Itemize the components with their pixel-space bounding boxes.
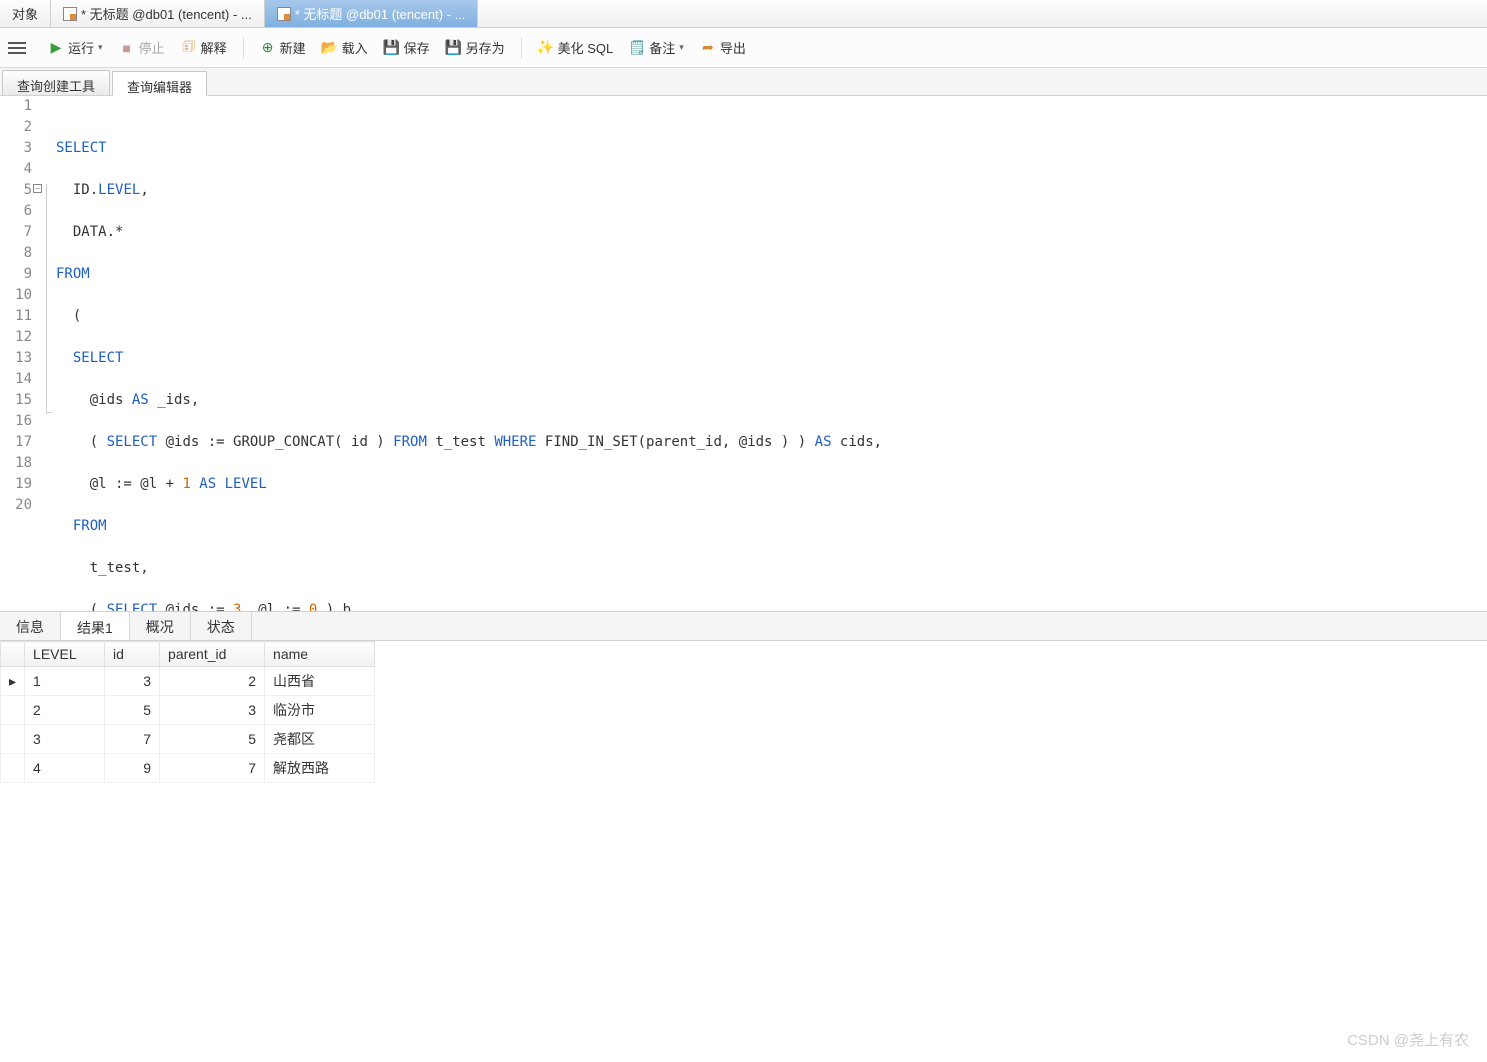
result-grid[interactable]: LEVEL id parent_id name ▸ 1 3 2 山西省 2 5 …	[0, 641, 375, 783]
table-row[interactable]: 4 9 7 解放西路	[1, 754, 375, 783]
tab-status[interactable]: 状态	[191, 612, 252, 640]
col-id[interactable]: id	[105, 642, 160, 667]
tab-query-1[interactable]: * 无标题 @db01 (tencent) - ...	[51, 0, 265, 27]
export-button[interactable]: ➦ 导出	[694, 35, 752, 60]
stop-icon: ■	[119, 40, 135, 56]
saveas-label: 另存为	[466, 38, 505, 57]
sql-editor[interactable]: 1 2 3 4 5− 6 7 8 9 10 11 12 13 14 15 16 …	[0, 96, 1487, 611]
toolbar: ▶ 运行 ▾ ■ 停止 🗊 解释 ⊕ 新建 📂 载入 💾 保存 💾 另存为 ✨ …	[0, 28, 1487, 68]
beautify-label: 美化 SQL	[558, 38, 614, 57]
explain-label: 解释	[201, 38, 227, 57]
save-as-icon: 💾	[446, 40, 462, 56]
new-label: 新建	[280, 38, 306, 57]
explain-button[interactable]: 🗊 解释	[175, 35, 233, 60]
beautify-button[interactable]: ✨ 美化 SQL	[532, 35, 620, 60]
wand-icon: ✨	[538, 40, 554, 56]
sql-file-icon	[277, 7, 291, 21]
sql-file-icon	[63, 7, 77, 21]
col-level[interactable]: LEVEL	[25, 642, 105, 667]
col-parent-id[interactable]: parent_id	[160, 642, 265, 667]
explain-icon: 🗊	[181, 40, 197, 56]
save-button[interactable]: 💾 保存	[378, 35, 436, 60]
header-row: LEVEL id parent_id name	[1, 642, 375, 667]
note-label: 备注	[649, 38, 675, 57]
current-row-indicator-icon: ▸	[1, 667, 25, 696]
new-icon: ⊕	[260, 40, 276, 56]
tab-query-editor[interactable]: 查询编辑器	[112, 71, 207, 96]
load-button[interactable]: 📂 载入	[316, 35, 374, 60]
save-label: 保存	[404, 38, 430, 57]
tab-label: * 无标题 @db01 (tencent) - ...	[81, 4, 252, 23]
stop-label: 停止	[139, 38, 165, 57]
table-row[interactable]: 3 7 5 尧都区	[1, 725, 375, 754]
note-button[interactable]: 🗒 备注 ▾	[623, 35, 690, 60]
chevron-down-icon: ▾	[98, 42, 103, 53]
note-icon: 🗒	[629, 40, 645, 56]
code-area[interactable]: SELECT ID.LEVEL, DATA.* FROM ( SELECT @i…	[40, 96, 1487, 611]
watermark: CSDN @尧上有农	[1347, 1029, 1469, 1050]
tab-info[interactable]: 信息	[0, 612, 61, 640]
save-icon: 💾	[384, 40, 400, 56]
new-button[interactable]: ⊕ 新建	[254, 35, 312, 60]
export-label: 导出	[720, 38, 746, 57]
folder-open-icon: 📂	[322, 40, 338, 56]
separator	[521, 37, 522, 59]
tab-profile[interactable]: 概况	[130, 612, 191, 640]
save-as-button[interactable]: 💾 另存为	[440, 35, 511, 60]
tab-result-1[interactable]: 结果1	[61, 612, 130, 640]
tab-label: * 无标题 @db01 (tencent) - ...	[295, 4, 466, 23]
result-tabs: 信息 结果1 概况 状态	[0, 611, 1487, 641]
stop-button[interactable]: ■ 停止	[113, 35, 171, 60]
tab-objects[interactable]: 对象	[0, 0, 51, 27]
tab-query-2[interactable]: * 无标题 @db01 (tencent) - ...	[265, 0, 479, 27]
chevron-down-icon: ▾	[679, 42, 684, 53]
line-gutter: 1 2 3 4 5− 6 7 8 9 10 11 12 13 14 15 16 …	[0, 96, 40, 611]
editor-tabs: 对象 * 无标题 @db01 (tencent) - ... * 无标题 @db…	[0, 0, 1487, 28]
load-label: 载入	[342, 38, 368, 57]
table-row[interactable]: ▸ 1 3 2 山西省	[1, 667, 375, 696]
run-button[interactable]: ▶ 运行 ▾	[42, 35, 109, 60]
export-icon: ➦	[700, 40, 716, 56]
tab-query-builder[interactable]: 查询创建工具	[2, 70, 110, 95]
menu-icon[interactable]	[8, 42, 26, 54]
run-label: 运行	[68, 38, 94, 57]
table-row[interactable]: 2 5 3 临汾市	[1, 696, 375, 725]
col-name[interactable]: name	[265, 642, 375, 667]
play-icon: ▶	[48, 40, 64, 56]
separator	[243, 37, 244, 59]
query-mode-tabs: 查询创建工具 查询编辑器	[0, 68, 1487, 96]
